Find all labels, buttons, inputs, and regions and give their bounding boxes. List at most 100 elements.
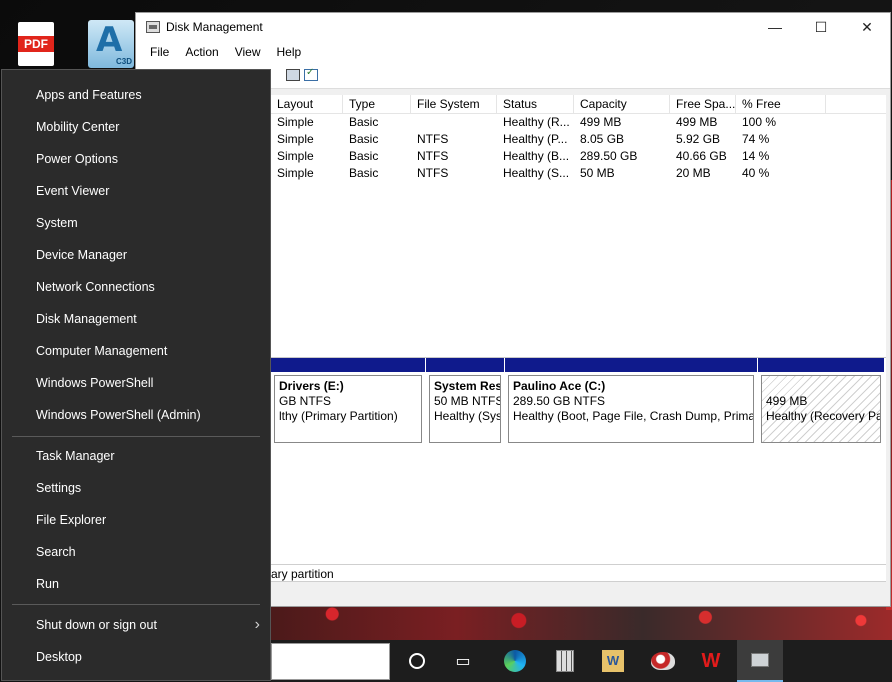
menu-network-connections[interactable]: Network Connections [2,271,270,303]
menu-desktop[interactable]: Desktop [2,641,270,673]
menu-shut-down-label: Shut down or sign out [36,618,157,632]
cell-type: Basic [349,149,379,163]
pdf-desktop-icon[interactable]: PDF [18,22,54,66]
partition-status: Healthy (Sys [434,409,501,423]
menu-mobility-center[interactable]: Mobility Center [2,111,270,143]
snipping-tool-icon[interactable] [647,645,679,677]
cell-capacity: 8.05 GB [580,132,625,146]
minimize-button[interactable]: — [752,13,798,41]
properties-check-icon[interactable] [304,67,318,81]
col-header-percent-free[interactable]: % Free [736,95,826,113]
partition-size: 289.50 GB NTFS [513,394,606,408]
partition-type-bar [505,358,757,372]
cell-type: Basic [349,132,379,146]
cortana-icon[interactable] [401,645,433,677]
cell-free-space: 40.66 GB [676,149,727,163]
col-header-layout[interactable]: Layout [271,95,343,113]
cell-percent-free: 100 % [742,115,777,129]
word-icon[interactable]: W [597,645,629,677]
menu-system[interactable]: System [2,207,270,239]
menu-shut-down-or-sign-out[interactable]: Shut down or sign out › [2,609,270,641]
menu-search[interactable]: Search [2,536,270,568]
col-header-file-system[interactable]: File System [411,95,497,113]
partition-name: System Res [434,379,501,393]
cell-percent-free: 40 % [742,166,770,180]
menu-separator [12,604,260,605]
partition-status: Healthy (Recovery Pa [766,409,881,423]
menu-run[interactable]: Run [2,568,270,600]
partition-status: lthy (Primary Partition) [279,409,398,423]
chevron-right-icon: › [254,616,260,633]
cell-status: Healthy (P... [503,132,568,146]
civil3d-desktop-icon[interactable]: A C3D [88,20,134,68]
cell-layout: Simple [277,166,314,180]
window-titlebar[interactable]: Disk Management — ☐ ✕ [136,13,890,41]
col-header-capacity[interactable]: Capacity [574,95,670,113]
menu-windows-powershell-admin[interactable]: Windows PowerShell (Admin) [2,399,270,431]
partition-recovery[interactable]: 499 MB Healthy (Recovery Pa [758,358,884,446]
partition-name: Drivers (E:) [279,379,344,393]
menu-apps-and-features[interactable]: Apps and Features [2,79,270,111]
menu-file[interactable]: File [142,45,177,59]
cell-file-system [411,114,497,131]
menu-event-viewer[interactable]: Event Viewer [2,175,270,207]
menu-action[interactable]: Action [177,45,226,59]
cell-capacity: 50 MB [580,166,615,180]
civil3d-icon-letter: A [96,20,123,60]
partition-name: Paulino Ace (C:) [513,379,606,393]
col-header-type[interactable]: Type [343,95,411,113]
cell-file-system: NTFS [417,132,449,146]
cell-capacity: 289.50 GB [580,149,638,163]
partition-system-reserved[interactable]: System Res 50 MB NTFS Healthy (Sys [426,358,504,446]
partition-size: 499 MB [766,394,808,408]
calculator-icon[interactable] [549,645,581,677]
cell-free-space: 20 MB [676,166,711,180]
partition-type-bar [271,358,425,372]
cell-capacity: 499 MB [580,115,622,129]
maximize-button[interactable]: ☐ [798,13,844,41]
menu-view[interactable]: View [227,45,269,59]
menu-separator [12,436,260,437]
cell-percent-free: 14 % [742,149,770,163]
cell-type: Basic [349,166,379,180]
col-header-status[interactable]: Status [497,95,574,113]
window-title: Disk Management [166,20,263,34]
cell-free-space: 5.92 GB [676,132,721,146]
cell-free-space: 499 MB [676,115,718,129]
task-view-icon[interactable]: ▭ [447,645,479,677]
legend-primary-partition: ary partition [271,567,334,581]
cell-status: Healthy (R... [503,115,570,129]
partition-status: Healthy (Boot, Page File, Crash Dump, Pr… [513,409,754,423]
menu-task-manager[interactable]: Task Manager [2,440,270,472]
cell-layout: Simple [277,115,314,129]
cell-layout: Simple [277,132,314,146]
menu-computer-management[interactable]: Computer Management [2,335,270,367]
cell-type: Basic [349,115,379,129]
cell-layout: Simple [277,149,314,163]
pdf-icon-label: PDF [18,36,54,52]
close-button[interactable]: ✕ [844,13,890,41]
taskbar: ▭ W W [271,640,892,682]
menu-power-options[interactable]: Power Options [2,143,270,175]
menu-bar: File Action View Help [136,41,890,63]
menu-settings[interactable]: Settings [2,472,270,504]
menu-file-explorer[interactable]: File Explorer [2,504,270,536]
menu-disk-management[interactable]: Disk Management [2,303,270,335]
edge-browser-icon[interactable] [499,645,531,677]
menu-windows-powershell[interactable]: Windows PowerShell [2,367,270,399]
partition-type-bar [426,358,504,372]
winx-power-user-menu: Apps and Features Mobility Center Power … [1,69,271,681]
partition-drivers[interactable]: Drivers (E:) GB NTFS lthy (Primary Parti… [271,358,425,446]
disk-management-taskbar-icon[interactable] [737,640,783,682]
menu-device-manager[interactable]: Device Manager [2,239,270,271]
taskbar-search-box[interactable] [271,643,390,680]
menu-help[interactable]: Help [269,45,310,59]
partition-size: GB NTFS [279,394,332,408]
connect-disk-icon[interactable] [286,69,300,81]
cell-file-system: NTFS [417,166,449,180]
cell-status: Healthy (S... [503,166,570,180]
col-header-free-space[interactable]: Free Spa... [670,95,736,113]
partition-c-drive[interactable]: Paulino Ace (C:) 289.50 GB NTFS Healthy … [505,358,757,446]
wps-office-icon[interactable]: W [695,645,727,677]
cell-file-system: NTFS [417,149,449,163]
